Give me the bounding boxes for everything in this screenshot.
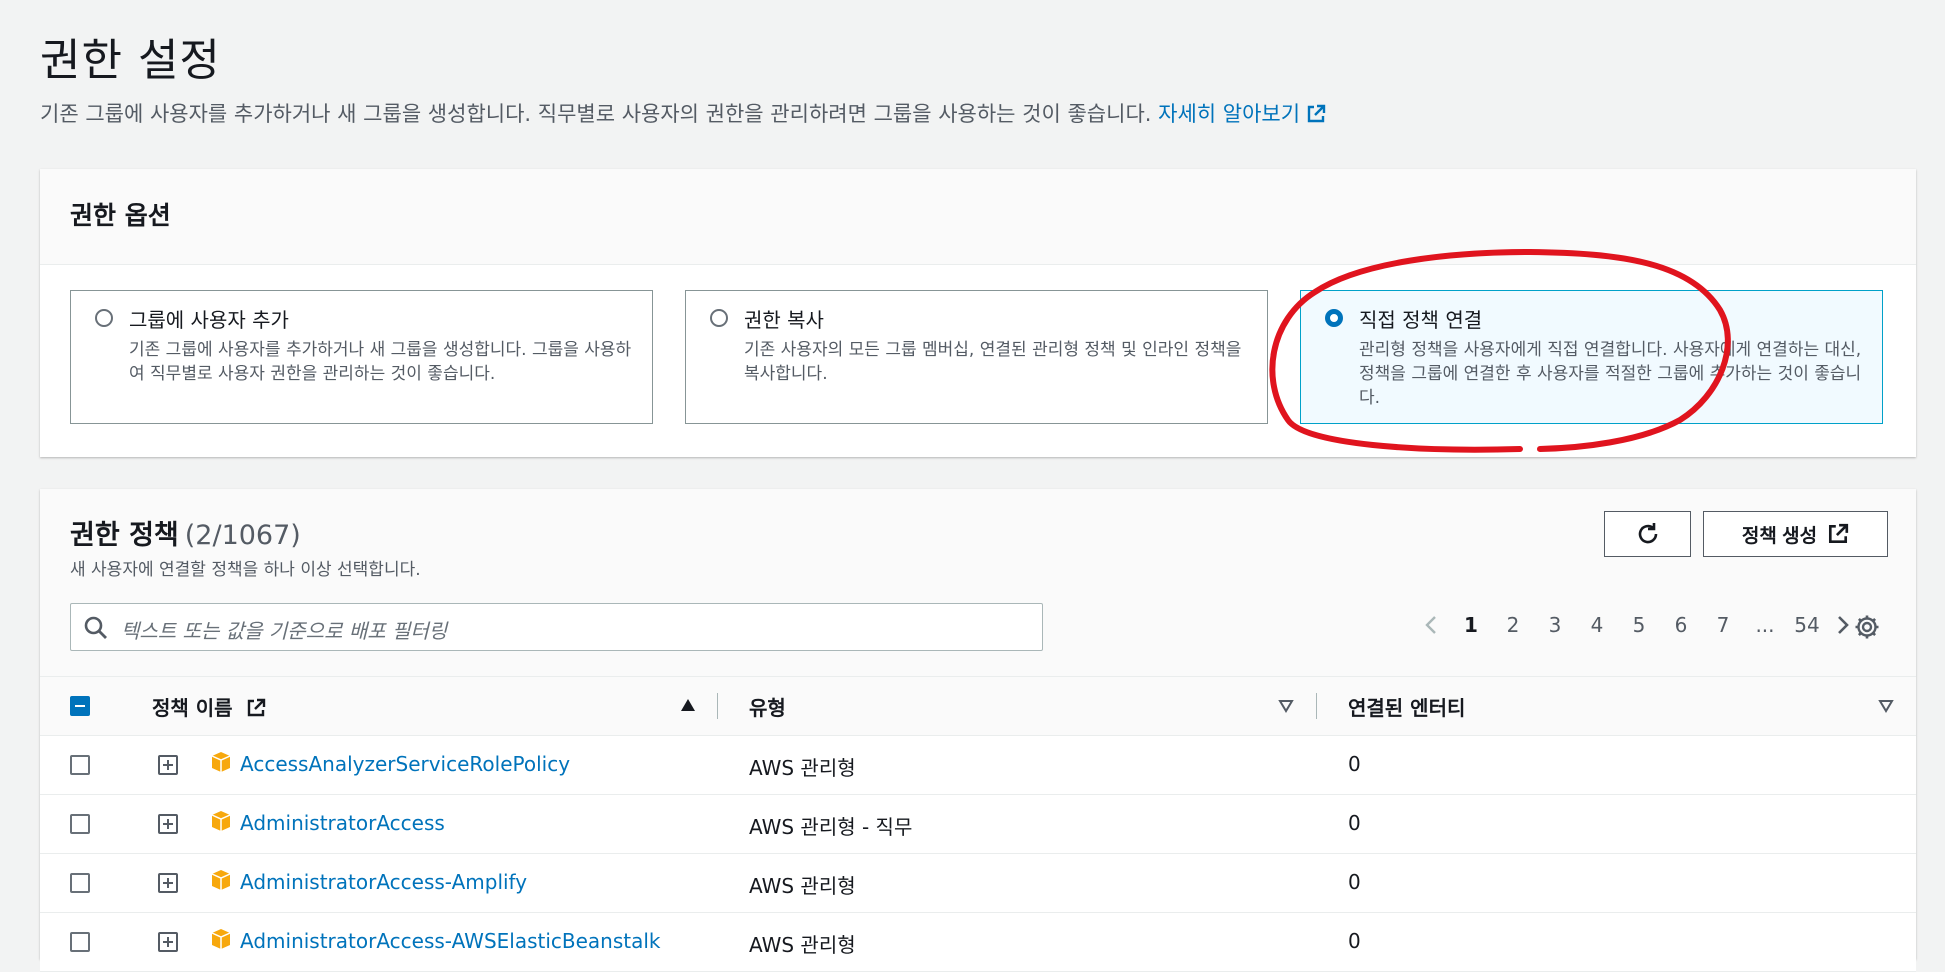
table-row[interactable]: AdministratorAccess-AWSElasticBeanstalk … [40, 913, 1916, 972]
permission-options-header: 권한 옵션 [40, 169, 1916, 265]
table-row[interactable]: AdministratorAccess-Amplify AWS 관리형 0 [40, 854, 1916, 913]
sort-icon[interactable] [1878, 699, 1894, 713]
policy-type: AWS 관리형 [749, 933, 856, 957]
row-checkbox[interactable] [70, 814, 90, 834]
page-5[interactable]: 5 [1618, 613, 1660, 637]
permission-policies-panel: 권한 정책 (2/1067) 새 사용자에 연결할 정책을 하나 이상 선택합니다… [40, 489, 1916, 972]
column-separator[interactable] [717, 693, 718, 719]
search-placeholder: 텍스트 또는 값을 기준으로 배포 필터링 [121, 619, 448, 643]
option-title: 그룹에 사용자 추가 [129, 308, 289, 332]
table-row[interactable]: AdministratorAccess AWS 관리형 - 직무 0 [40, 795, 1916, 854]
learn-more-link[interactable]: 자세히 알아보기 [1158, 102, 1326, 126]
table-row[interactable]: AccessAnalyzerServiceRolePolicy AWS 관리형 … [40, 736, 1916, 795]
table-header: 정책 이름 유형 연결된 엔터티 [40, 677, 1916, 736]
policies-header: 권한 정책 (2/1067) 새 사용자에 연결할 정책을 하나 이상 선택합니다… [40, 489, 1916, 677]
option-desc: 관리형 정책을 사용자에게 직접 연결합니다. 사용자에게 연결하는 대신, 정… [1359, 340, 1862, 408]
policy-cube-icon [211, 870, 231, 890]
page-description: 기존 그룹에 사용자를 추가하거나 새 그룹을 생성합니다. 직무별로 사용자의… [40, 98, 1326, 128]
policy-name-link[interactable]: AdministratorAccess-AWSElasticBeanstalk [240, 929, 661, 953]
row-checkbox[interactable] [70, 755, 90, 775]
expand-icon[interactable] [158, 873, 178, 893]
refresh-button[interactable] [1604, 511, 1691, 557]
policies-description: 새 사용자에 연결할 정책을 하나 이상 선택합니다. [70, 560, 421, 580]
page-6[interactable]: 6 [1660, 613, 1702, 637]
policy-entities: 0 [1348, 752, 1361, 776]
radio-attach-policies[interactable] [1325, 309, 1343, 327]
page-ellipsis: ... [1755, 613, 1775, 637]
policy-type: AWS 관리형 [749, 874, 856, 898]
option-desc: 기존 그룹에 사용자를 추가하거나 새 그룹을 생성합니다. 그룹을 사용하여 … [129, 340, 632, 384]
policy-name-link[interactable]: AdministratorAccess-Amplify [240, 870, 527, 894]
policy-cube-icon [211, 752, 231, 772]
policy-cube-icon [211, 929, 231, 949]
policies-count: (2/1067) [184, 520, 301, 551]
search-icon [84, 616, 107, 639]
chevron-right-icon[interactable] [1830, 613, 1854, 637]
external-link-icon [1829, 523, 1849, 544]
policy-entities: 0 [1348, 811, 1361, 835]
page-title: 권한 설정 [40, 35, 221, 86]
page-1[interactable]: 1 [1450, 613, 1492, 637]
policy-name-link[interactable]: AdministratorAccess [240, 811, 445, 835]
create-policy-button[interactable]: 정책 생성 [1703, 511, 1888, 557]
permission-options-panel: 권한 옵션 그룹에 사용자 추가 기존 그룹에 사용자를 추가하거나 새 그룹을… [40, 169, 1916, 457]
option-copy-permissions[interactable]: 권한 복사 기존 사용자의 모든 그룹 멤버십, 연결된 관리형 정책 및 인라… [685, 290, 1268, 424]
expand-icon[interactable] [158, 814, 178, 834]
page-3[interactable]: 3 [1534, 613, 1576, 637]
page-4[interactable]: 4 [1576, 613, 1618, 637]
option-title: 권한 복사 [744, 308, 824, 332]
option-attach-policies[interactable]: 직접 정책 연결 관리형 정책을 사용자에게 직접 연결합니다. 사용자에게 연… [1300, 290, 1883, 424]
radio-add-to-group[interactable] [95, 309, 113, 327]
policy-type: AWS 관리형 [749, 756, 856, 780]
page-54[interactable]: 54 [1786, 613, 1828, 637]
refresh-icon [1638, 523, 1657, 544]
column-policy-name[interactable]: 정책 이름 [152, 692, 266, 721]
sort-icon[interactable] [1278, 699, 1294, 713]
option-title: 직접 정책 연결 [1359, 308, 1483, 332]
page-description-text: 기존 그룹에 사용자를 추가하거나 새 그룹을 생성합니다. 직무별로 사용자의… [40, 102, 1152, 126]
permission-options-title: 권한 옵션 [70, 201, 171, 230]
policy-entities: 0 [1348, 929, 1361, 953]
option-desc: 기존 사용자의 모든 그룹 멤버십, 연결된 관리형 정책 및 인라인 정책을 … [744, 340, 1242, 384]
expand-icon[interactable] [158, 932, 178, 952]
page-7[interactable]: 7 [1702, 613, 1744, 637]
policy-entities: 0 [1348, 870, 1361, 894]
column-type[interactable]: 유형 [749, 692, 786, 721]
sort-ascending-icon[interactable] [680, 698, 696, 712]
gear-icon[interactable] [1854, 614, 1880, 640]
column-entities[interactable]: 연결된 엔터티 [1348, 692, 1465, 721]
column-separator[interactable] [1316, 693, 1317, 719]
expand-icon[interactable] [158, 755, 178, 775]
page-2[interactable]: 2 [1492, 613, 1534, 637]
row-checkbox[interactable] [70, 932, 90, 952]
pagination: 1 2 3 4 5 6 7 ... 54 [1420, 613, 1854, 637]
radio-copy-permissions[interactable] [710, 309, 728, 327]
external-link-icon [1307, 104, 1326, 123]
policy-name-link[interactable]: AccessAnalyzerServiceRolePolicy [240, 752, 570, 776]
option-add-to-group[interactable]: 그룹에 사용자 추가 기존 그룹에 사용자를 추가하거나 새 그룹을 생성합니다… [70, 290, 653, 424]
chevron-left-icon[interactable] [1420, 613, 1444, 637]
row-checkbox[interactable] [70, 873, 90, 893]
external-link-icon [247, 698, 265, 717]
select-all-checkbox[interactable] [70, 696, 90, 716]
policy-cube-icon [211, 811, 231, 831]
policy-search-input[interactable]: 텍스트 또는 값을 기준으로 배포 필터링 [70, 603, 1043, 651]
policy-type: AWS 관리형 - 직무 [749, 815, 913, 839]
policies-title: 권한 정책 (2/1067) [70, 520, 301, 551]
